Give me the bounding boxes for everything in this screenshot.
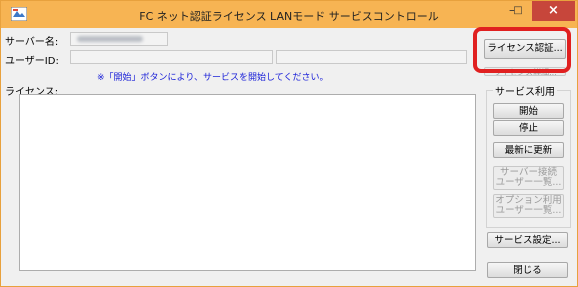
blurred-server-name (77, 36, 143, 42)
start-button[interactable]: 開始 (493, 103, 564, 119)
option-users-button[interactable]: オプション利用 ユーザー一覧... (493, 194, 564, 218)
option-users-line2: ユーザー一覧... (495, 205, 562, 216)
stop-button[interactable]: 停止 (493, 120, 564, 136)
server-connection-users-button[interactable]: サーバー接続 ユーザー一覧... (493, 166, 564, 190)
instruction-note: ※「開始」ボタンにより、サービスを開始してください。 (97, 73, 329, 83)
license-list[interactable] (19, 94, 476, 271)
server-name-label: サーバー名: (5, 37, 59, 48)
server-connection-line2: ユーザー一覧... (495, 177, 562, 188)
user-id-label: ユーザーID: (5, 56, 59, 67)
close-button[interactable]: 閉じる (487, 262, 568, 278)
highlight-annotation (473, 27, 571, 73)
service-control-window: FC ネット認証ライセンス LANモード サービスコントロール – □ × サー… (0, 0, 578, 287)
user-id-field (70, 50, 273, 64)
close-window-button[interactable]: × (532, 1, 575, 21)
window-title: FC ネット認証ライセンス LANモード サービスコントロール (139, 10, 439, 23)
service-group-title: サービス利用 (493, 83, 557, 98)
title-bar: FC ネット認証ライセンス LANモード サービスコントロール – □ × (1, 1, 577, 28)
refresh-button[interactable]: 最新に更新 (493, 142, 564, 158)
server-name-field (70, 32, 168, 46)
maximize-button[interactable]: □ (506, 1, 530, 21)
user-id-field-secondary (276, 50, 467, 64)
service-settings-button[interactable]: サービス設定... (487, 232, 568, 248)
